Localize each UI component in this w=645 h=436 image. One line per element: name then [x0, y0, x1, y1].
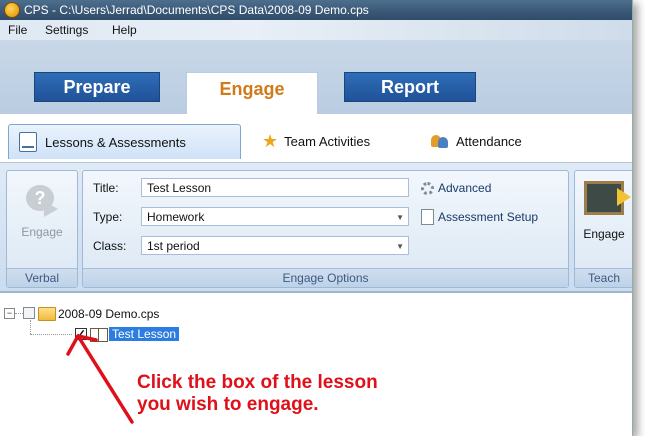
verbal-engage-button[interactable]: Engage: [7, 185, 77, 239]
tree-root-label[interactable]: 2008-09 Demo.cps: [58, 307, 159, 321]
page-icon: [421, 209, 434, 225]
type-dropdown[interactable]: Homework ▼: [141, 207, 409, 226]
tab-report[interactable]: Report: [344, 72, 476, 102]
assessment-setup-label: Assessment Setup: [438, 210, 539, 224]
gear-icon: [421, 181, 434, 195]
ribbon-tabs: Lessons & Assessments ★ Team Activities …: [0, 114, 632, 163]
folder-icon: [38, 307, 56, 321]
star-icon: ★: [262, 130, 279, 151]
app-icon: [4, 2, 20, 18]
verbal-engage-label: Engage: [21, 225, 63, 239]
chevron-down-icon: ▼: [396, 213, 404, 222]
tab-team-activities-label: Team Activities: [284, 133, 371, 149]
annotation-line-1: Click the box of the lesson: [137, 372, 378, 393]
group-teach: Engage Teach: [574, 170, 632, 288]
tab-attendance[interactable]: Attendance: [430, 124, 522, 158]
type-label: Type:: [93, 210, 123, 224]
title-field[interactable]: Test Lesson: [141, 178, 409, 197]
chevron-down-icon: ▼: [396, 242, 404, 251]
title-bar: CPS - C:\Users\Jerrad\Documents\CPS Data…: [0, 0, 632, 20]
group-verbal: Engage Verbal: [6, 170, 78, 288]
annotation-line-2: you wish to engage.: [137, 394, 319, 415]
class-value: 1st period: [147, 239, 200, 253]
group-engage-options-label: Engage Options: [83, 268, 568, 287]
tab-attendance-label: Attendance: [456, 133, 522, 149]
tree-connector: [30, 320, 31, 334]
title-label: Title:: [93, 181, 119, 195]
advanced-label: Advanced: [438, 181, 492, 195]
class-dropdown[interactable]: 1st period ▼: [141, 236, 409, 255]
group-engage-options: Title: Test Lesson Type: Homework ▼ Clas…: [82, 170, 569, 288]
cps-window: CPS - C:\Users\Jerrad\Documents\CPS Data…: [0, 0, 633, 436]
main-nav: Prepare Engage Report: [0, 40, 632, 115]
ribbon: Engage Verbal Title: Test Lesson Type: H…: [0, 163, 632, 292]
annotation-text: Click the box of the lesson you wish to …: [137, 372, 378, 416]
menu-help[interactable]: Help: [112, 23, 137, 37]
group-teach-label: Teach: [575, 268, 632, 287]
tab-team-activities[interactable]: ★ Team Activities: [262, 124, 370, 158]
menu-bar: File Settings Help: [0, 20, 632, 40]
tree-connector: [15, 313, 23, 314]
teach-engage-button[interactable]: Engage: [575, 181, 632, 241]
root-checkbox[interactable]: [23, 307, 35, 319]
class-label: Class:: [93, 239, 127, 253]
tab-lessons-assessments-label: Lessons & Assessments: [45, 134, 186, 150]
tab-engage[interactable]: Engage: [186, 72, 318, 115]
tab-lessons-assessments[interactable]: Lessons & Assessments: [8, 124, 241, 159]
chalkboard-icon: [584, 181, 631, 215]
tab-prepare[interactable]: Prepare: [34, 72, 160, 102]
type-value: Homework: [147, 210, 205, 224]
assessment-setup-button[interactable]: Assessment Setup: [421, 209, 538, 225]
document-icon: [19, 132, 37, 152]
window-title: CPS - C:\Users\Jerrad\Documents\CPS Data…: [24, 3, 369, 17]
verbal-question-icon: [26, 185, 58, 217]
title-value: Test Lesson: [147, 181, 212, 195]
advanced-button[interactable]: Advanced: [421, 181, 491, 195]
people-icon: [430, 133, 450, 149]
teach-engage-label: Engage: [583, 227, 625, 241]
menu-settings[interactable]: Settings: [45, 23, 88, 37]
menu-file[interactable]: File: [8, 23, 27, 37]
group-verbal-label: Verbal: [7, 268, 77, 287]
collapse-icon[interactable]: −: [4, 308, 15, 319]
